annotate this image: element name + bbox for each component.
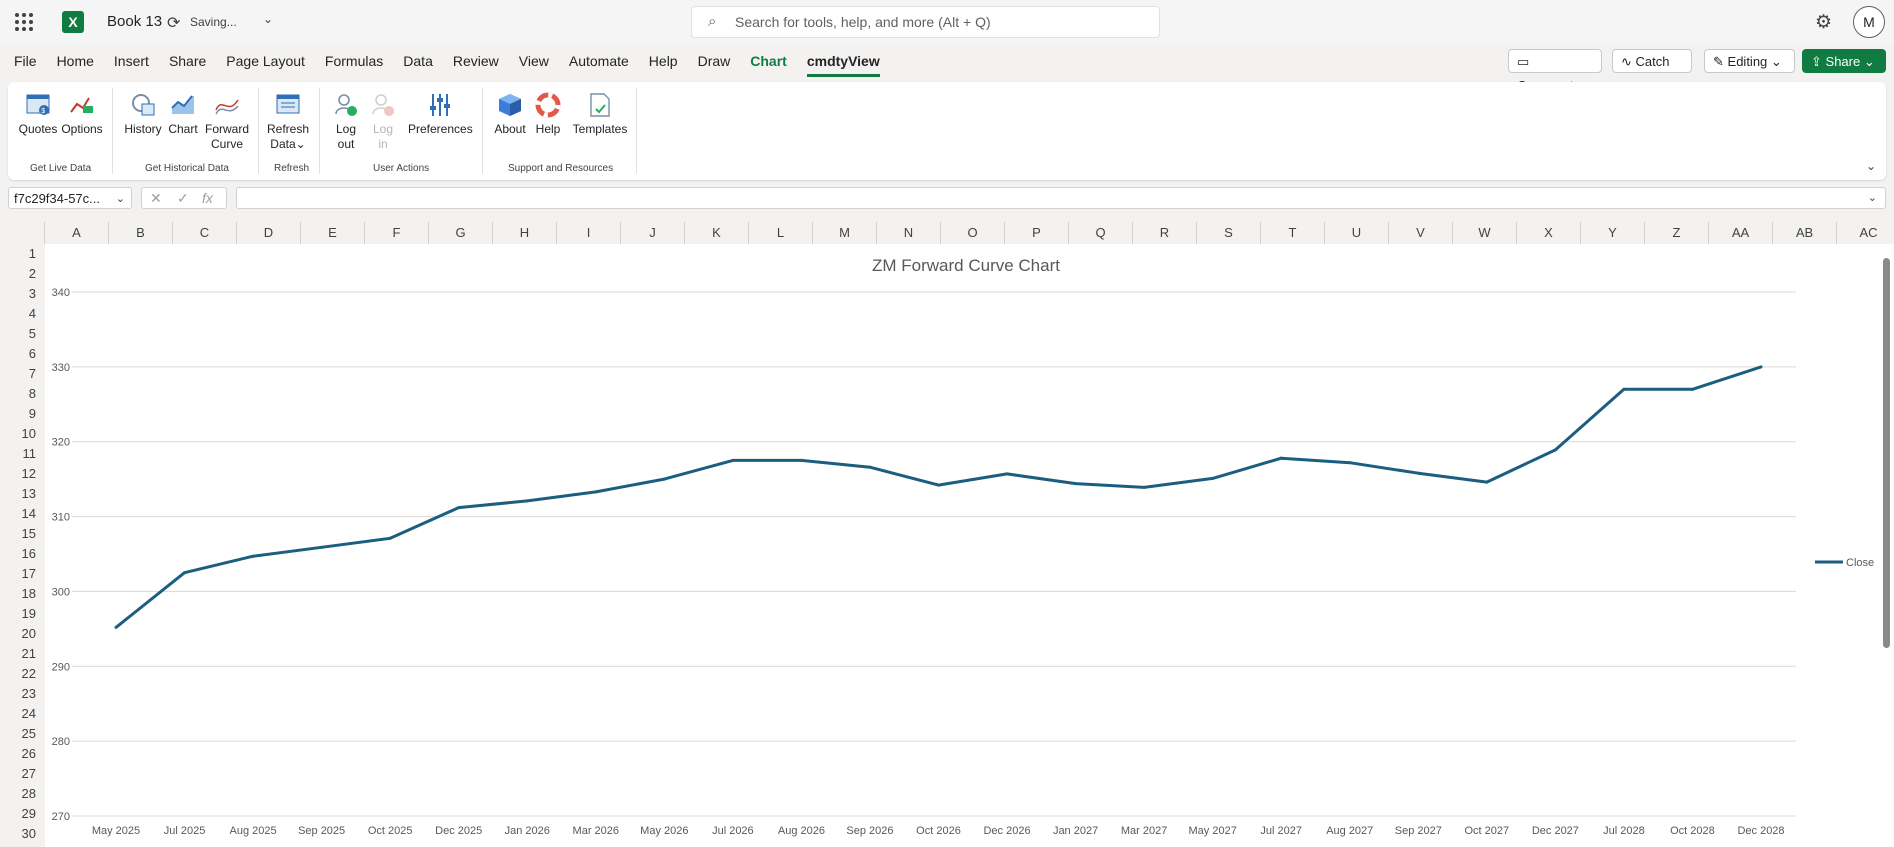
vertical-scrollbar[interactable] [1883,258,1890,648]
legend-label: Close [1846,557,1874,569]
data-point [594,490,598,494]
data-point [1690,387,1694,391]
x-tick-label: Dec 2028 [1737,825,1784,837]
data-point [1005,472,1009,476]
data-point [1279,456,1283,460]
x-tick-label: Dec 2027 [1532,825,1579,837]
x-tick-label: Oct 2026 [916,825,961,837]
y-tick-label: 280 [52,736,70,748]
data-point [525,499,529,503]
data-point [320,545,324,549]
x-tick-label: Oct 2028 [1670,825,1715,837]
y-tick-label: 300 [52,586,70,598]
data-point [1759,365,1763,369]
data-point [1485,480,1489,484]
x-tick-label: May 2027 [1189,825,1237,837]
y-tick-label: 290 [52,661,70,673]
x-tick-label: Oct 2027 [1465,825,1510,837]
x-tick-label: Oct 2025 [368,825,413,837]
data-point [1622,387,1626,391]
x-tick-label: Jul 2026 [712,825,754,837]
x-tick-label: Jul 2025 [164,825,206,837]
x-tick-label: Mar 2027 [1121,825,1167,837]
x-tick-label: Aug 2027 [1326,825,1373,837]
x-tick-label: Jan 2027 [1053,825,1098,837]
y-tick-label: 310 [52,512,70,524]
x-tick-label: Dec 2025 [435,825,482,837]
y-tick-label: 270 [52,811,70,823]
x-tick-label: Jul 2027 [1260,825,1302,837]
data-point [937,483,940,487]
data-point [731,458,735,462]
x-tick-label: May 2026 [640,825,688,837]
data-point [183,571,187,575]
y-tick-label: 330 [52,362,70,374]
data-point [1348,461,1352,465]
y-tick-label: 340 [52,287,70,299]
data-point [868,465,872,469]
x-tick-label: Sep 2027 [1395,825,1442,837]
data-point [114,625,118,629]
data-point [1211,476,1215,480]
data-point [662,477,666,481]
x-tick-label: Aug 2025 [230,825,277,837]
x-tick-label: May 2025 [92,825,140,837]
x-tick-label: Aug 2026 [778,825,825,837]
x-tick-label: Sep 2025 [298,825,345,837]
data-point [251,554,255,558]
series-line [115,365,1762,629]
data-point [1074,482,1078,486]
forward-curve-chart[interactable]: 270 280 290 300 310 320 330 340 May 2025 Jul 2025… [0,0,1894,847]
x-tick-label: Jul 2028 [1603,825,1645,837]
data-point [1416,471,1420,475]
data-point [388,536,392,540]
data-point [1142,485,1146,489]
data-point [457,506,461,510]
x-tick-label: Dec 2026 [983,825,1030,837]
x-tick-label: Sep 2026 [846,825,893,837]
y-tick-label: 320 [52,437,70,449]
data-point [799,458,803,462]
x-tick-label: Mar 2026 [573,825,619,837]
x-tick-label: Jan 2026 [505,825,550,837]
data-point [1553,448,1557,452]
